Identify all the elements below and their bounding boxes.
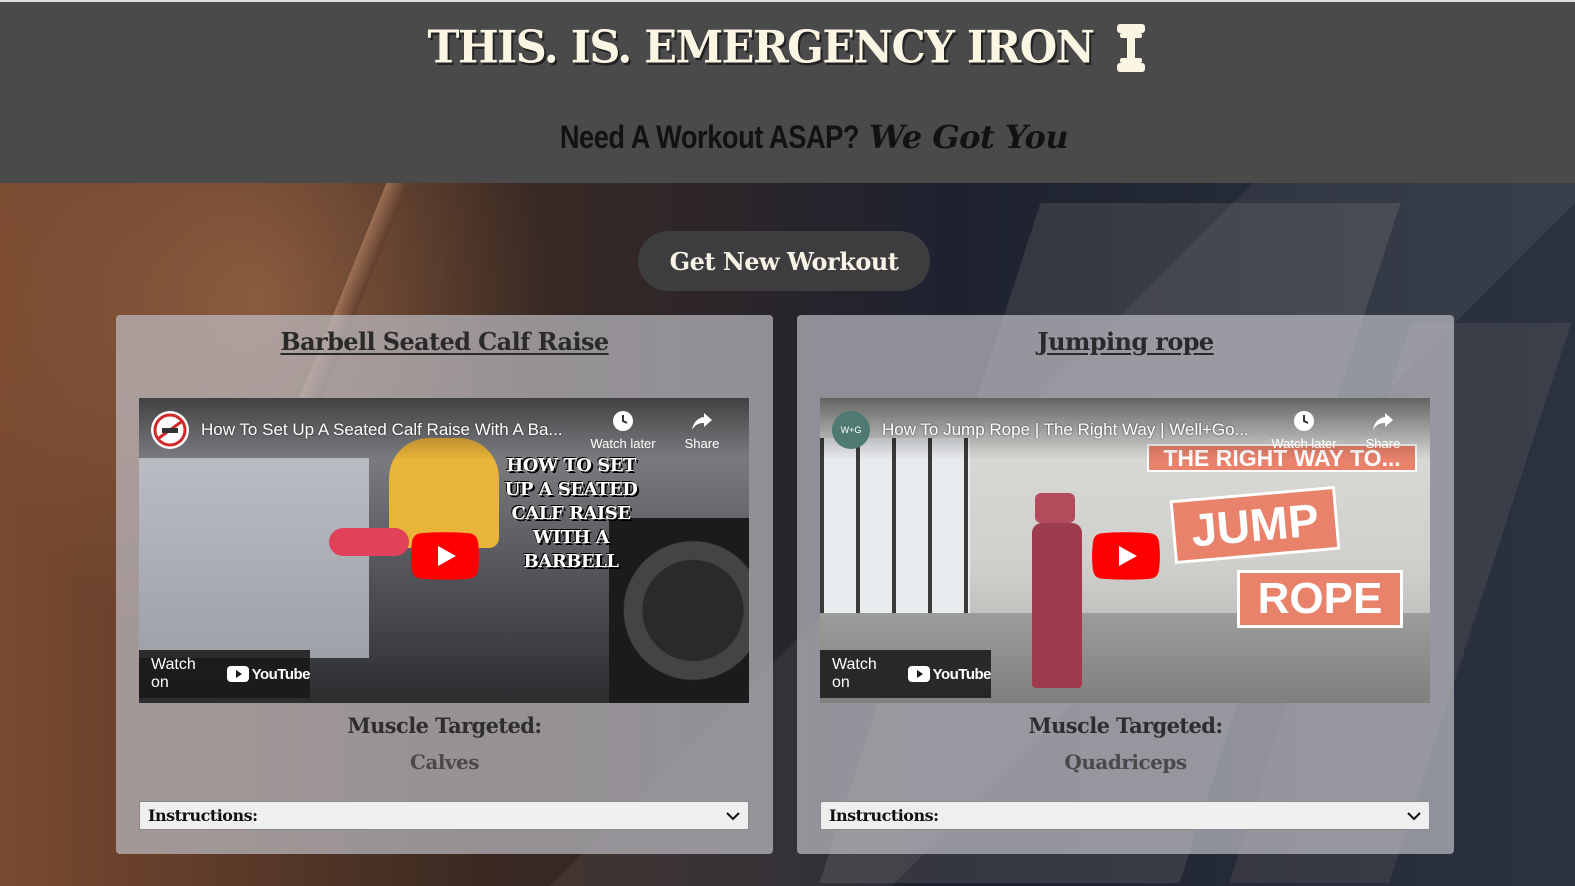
tagline-emphasis: We Got You xyxy=(869,118,1069,156)
share-button[interactable]: Share xyxy=(662,410,742,451)
chevron-down-icon xyxy=(1407,811,1421,820)
clock-icon xyxy=(613,411,633,431)
share-arrow-icon xyxy=(1373,413,1393,430)
video-thumbnail-caption: HOW TO SET UP A SEATED CALF RAISE WITH A… xyxy=(504,455,638,572)
muscle-targeted-value: Quadriceps xyxy=(1064,750,1187,774)
video-title-link[interactable]: How To Set Up A Seated Calf Raise With A… xyxy=(201,420,581,440)
muscle-targeted-label: Muscle Targeted: xyxy=(347,713,542,738)
workout-title-link[interactable]: Barbell Seated Calf Raise xyxy=(116,327,773,356)
youtube-play-button[interactable] xyxy=(411,532,479,580)
youtube-logo: YouTube xyxy=(226,665,311,683)
video-thumbnail-person xyxy=(1035,493,1075,523)
watch-on-youtube-button[interactable]: Watch on YouTube xyxy=(139,650,311,698)
channel-avatar[interactable] xyxy=(151,411,189,449)
youtube-play-button[interactable] xyxy=(1092,532,1160,580)
watch-on-label: Watch on xyxy=(151,656,196,691)
tagline: Need A Workout ASAP? We Got You xyxy=(0,118,1575,156)
instructions-dropdown[interactable]: Instructions: xyxy=(820,801,1430,830)
site-title-text: THIS. IS. EMERGENCY IRON xyxy=(427,21,1095,75)
watch-later-label: Watch later xyxy=(590,436,656,451)
watch-on-youtube-button[interactable]: Watch on YouTube xyxy=(820,650,992,698)
instructions-label: Instructions: xyxy=(148,806,258,825)
site-title: THIS. IS. EMERGENCY IRON xyxy=(0,22,1575,74)
tagline-main: Need A Workout ASAP? xyxy=(559,119,860,155)
share-label: Share xyxy=(1365,436,1401,451)
youtube-logo: YouTube xyxy=(907,665,992,683)
watch-later-label: Watch later xyxy=(1271,436,1337,451)
instructions-label: Instructions: xyxy=(829,806,939,825)
share-label: Share xyxy=(684,436,720,451)
watch-later-button[interactable]: Watch later xyxy=(583,410,663,451)
share-button[interactable]: Share xyxy=(1343,410,1423,451)
clock-icon xyxy=(1294,411,1314,431)
channel-avatar-text: W+G xyxy=(840,425,862,435)
video-embed[interactable]: HOW TO SET UP A SEATED CALF RAISE WITH A… xyxy=(139,398,749,703)
youtube-logo-icon xyxy=(226,666,249,682)
video-thumbnail-legs xyxy=(1032,523,1082,688)
youtube-wordmark: YouTube xyxy=(932,665,992,683)
watch-on-label: Watch on xyxy=(832,656,877,691)
workout-title-link[interactable]: Jumping rope xyxy=(797,327,1454,356)
site-header: THIS. IS. EMERGENCY IRON Need A Workout … xyxy=(0,0,1575,183)
get-new-workout-button[interactable]: Get New Workout xyxy=(638,231,930,291)
video-thumbnail-window xyxy=(820,438,970,638)
video-thumbnail-pad xyxy=(329,528,409,556)
video-embed[interactable]: THE RIGHT WAY TO... JUMP ROPE W+G How To… xyxy=(820,398,1430,703)
video-thumbnail-word-jump: JUMP xyxy=(1169,485,1341,565)
channel-avatar[interactable]: W+G xyxy=(832,411,870,449)
video-thumbnail-rack xyxy=(139,458,369,658)
video-title-link[interactable]: How To Jump Rope | The Right Way | Well+… xyxy=(882,420,1262,440)
youtube-wordmark: YouTube xyxy=(251,665,311,683)
watch-later-button[interactable]: Watch later xyxy=(1264,410,1344,451)
muscle-targeted-label: Muscle Targeted: xyxy=(1028,713,1223,738)
workout-card: Jumping rope THE RIGHT WAY TO... JUMP RO… xyxy=(797,315,1454,854)
video-thumbnail-word-rope: ROPE xyxy=(1237,570,1403,628)
chevron-down-icon xyxy=(726,811,740,820)
share-arrow-icon xyxy=(692,413,712,430)
workout-card: Barbell Seated Calf Raise HOW TO SET UP … xyxy=(116,315,773,854)
channel-logo-icon xyxy=(153,413,187,447)
muscle-targeted-value: Calves xyxy=(409,750,480,774)
youtube-logo-icon xyxy=(907,666,930,682)
instructions-dropdown[interactable]: Instructions: xyxy=(139,801,749,830)
dumbbell-icon xyxy=(1117,24,1146,72)
